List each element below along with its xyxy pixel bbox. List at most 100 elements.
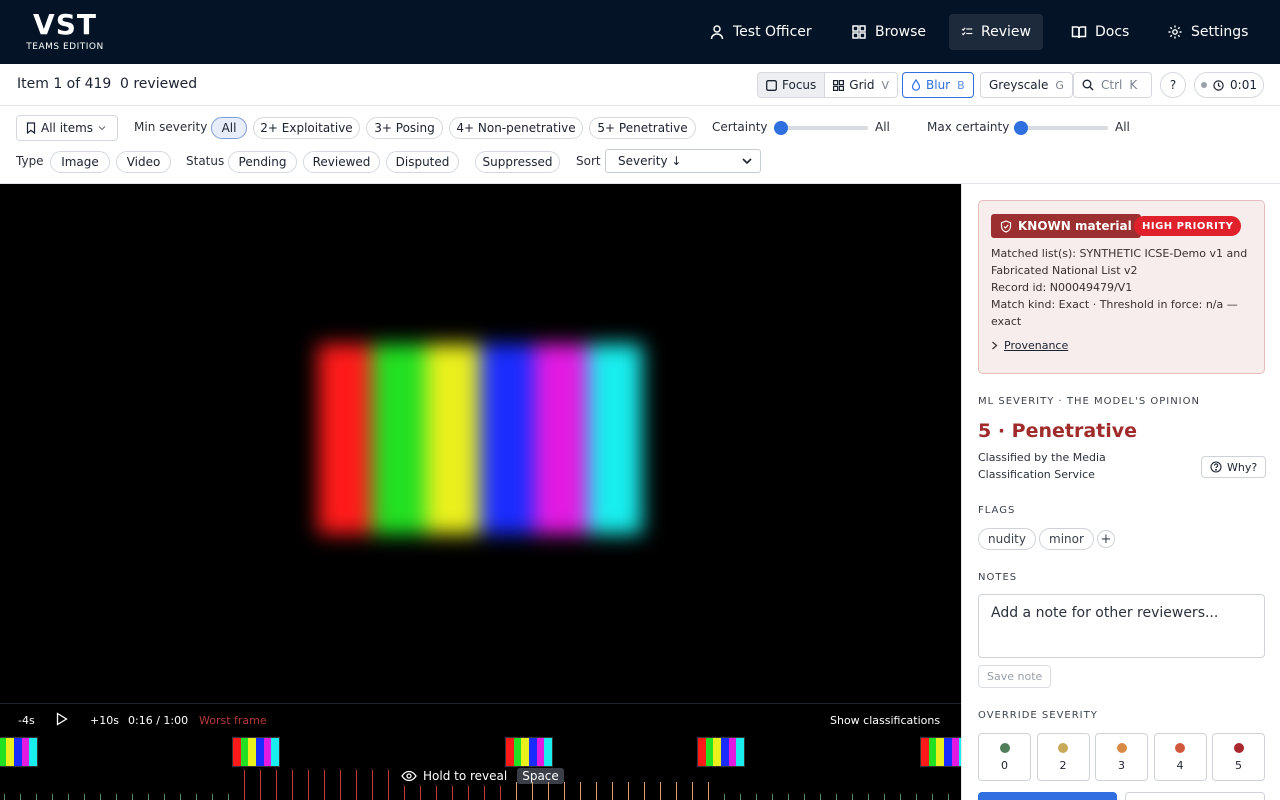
sort-select[interactable]: Severity ↓	[605, 149, 761, 173]
test-pattern-bar	[426, 344, 480, 534]
edition-label: TEAMS EDITION	[26, 42, 104, 52]
type-chip-video[interactable]: Video	[116, 151, 171, 173]
slider-thumb[interactable]	[774, 121, 788, 135]
max-certainty-slider[interactable]	[1014, 121, 1108, 135]
severity-chip-non-penetrative[interactable]: 4+ Non-penetrative	[449, 117, 583, 139]
item-counter: Item 1 of 419	[17, 76, 112, 92]
timeline-tick	[740, 794, 741, 800]
timeline-tick	[772, 794, 773, 800]
override-severity-0[interactable]: 0	[978, 733, 1031, 781]
timeline-tick	[676, 782, 677, 800]
flag-chip-nudity[interactable]: nudity	[978, 528, 1036, 550]
severity-chip-penetrative[interactable]: 5+ Penetrative	[589, 117, 696, 139]
secondary-action-button[interactable]	[1125, 792, 1265, 800]
severity-chip-all[interactable]: All	[211, 117, 247, 139]
suppressed-chip[interactable]: Suppressed	[475, 151, 560, 173]
seek-back-button[interactable]: -4s	[18, 714, 35, 727]
filmstrip-thumbnail[interactable]	[920, 737, 961, 767]
flag-chip-minor[interactable]: minor	[1039, 528, 1094, 550]
timeline-tick	[100, 794, 101, 800]
override-severity-2[interactable]: 2	[1036, 733, 1090, 781]
type-chip-image[interactable]: Image	[50, 151, 110, 173]
slider-track	[774, 126, 868, 130]
nav-review[interactable]: Review	[949, 14, 1043, 50]
worst-frame-button[interactable]: Worst frame	[199, 714, 267, 727]
timeline-tick	[116, 794, 117, 800]
severity-level-label: 3	[1118, 758, 1125, 772]
play-icon	[56, 712, 68, 726]
known-material-label: KNOWN material	[1018, 219, 1132, 233]
severity-chip-posing[interactable]: 3+ Posing	[366, 117, 443, 139]
play-button[interactable]	[56, 712, 68, 729]
timeline-tick	[404, 786, 405, 800]
hold-to-reveal-hint[interactable]: Hold to reveal Space	[401, 768, 564, 784]
notes-input[interactable]: Add a note for other reviewers...	[978, 594, 1265, 658]
blur-label: Blur	[926, 78, 951, 92]
search-button[interactable]: Ctrl K	[1073, 72, 1152, 98]
certainty-slider[interactable]	[774, 121, 868, 135]
show-classifications-button[interactable]: Show classifications	[830, 714, 940, 727]
timeline-tick	[596, 782, 597, 800]
filmstrip-thumbnail[interactable]	[232, 737, 280, 767]
override-severity-3[interactable]: 3	[1095, 733, 1148, 781]
filmstrip-thumbnail[interactable]	[697, 737, 745, 767]
scope-label: All items	[41, 121, 94, 135]
timeline-tick	[532, 782, 533, 800]
severity-dot-icon	[1233, 742, 1244, 753]
focus-label: Focus	[782, 78, 817, 92]
status-chip-reviewed[interactable]: Reviewed	[303, 151, 380, 173]
add-flag-button[interactable]: +	[1097, 530, 1115, 548]
primary-action-button[interactable]	[978, 792, 1117, 800]
test-pattern-bar	[588, 344, 642, 534]
nav-browse[interactable]: Browse	[839, 14, 938, 50]
checklist-icon	[961, 27, 973, 36]
blur-toggle-button[interactable]: Blur B	[902, 72, 974, 98]
timeline-tick	[132, 794, 133, 800]
severity-chip-exploitative[interactable]: 2+ Exploitative	[253, 117, 360, 139]
timeline-tick	[564, 782, 565, 800]
nav-test-officer[interactable]: Test Officer	[697, 14, 824, 50]
top-nav: VST TEAMS EDITION Test Officer Browse Re…	[0, 0, 1280, 64]
scope-dropdown[interactable]: All items	[16, 115, 118, 141]
help-label: ?	[1169, 78, 1177, 92]
sort-value: Severity ↓	[618, 154, 682, 168]
seek-forward-button[interactable]: +10s	[90, 714, 119, 727]
media-viewer[interactable]: -4s +10s 0:16 / 1:00 Worst frame Show cl…	[0, 184, 961, 800]
help-button[interactable]: ?	[1160, 72, 1186, 98]
test-pattern-bar	[534, 344, 588, 534]
match-kind: Match kind: Exact · Threshold in force: …	[991, 298, 1238, 328]
nav-settings[interactable]: Settings	[1155, 14, 1260, 50]
filmstrip-thumbnail[interactable]	[0, 737, 38, 767]
nav-docs[interactable]: Docs	[1059, 14, 1141, 50]
timeline-tick	[628, 782, 629, 800]
override-severity-4[interactable]: 4	[1153, 733, 1207, 781]
grid-view-button[interactable]: Grid V	[824, 73, 897, 97]
save-note-button[interactable]: Save note	[978, 665, 1052, 688]
logo[interactable]: VST TEAMS EDITION	[24, 9, 106, 53]
timeline-tick	[68, 794, 69, 800]
why-button[interactable]: Why?	[1201, 456, 1267, 478]
timeline-tick	[244, 770, 245, 800]
greyscale-toggle-button[interactable]: Greyscale G	[980, 72, 1073, 98]
override-severity-5[interactable]: 5	[1212, 733, 1265, 781]
search-icon	[1082, 79, 1094, 91]
slider-thumb[interactable]	[1014, 121, 1028, 135]
nav-label: Review	[981, 24, 1031, 40]
playback-time: 0:16 / 1:00	[128, 714, 189, 727]
status-chip-pending[interactable]: Pending	[228, 151, 297, 173]
status-chip-disputed[interactable]: Disputed	[386, 151, 459, 173]
nav-label: Docs	[1095, 24, 1130, 40]
severity-dot-icon	[999, 742, 1010, 753]
severity-dot-icon	[1116, 742, 1127, 753]
matched-lists: Matched list(s): SYNTHETIC ICSE-Demo v1 …	[991, 247, 1248, 277]
shield-icon	[1000, 219, 1012, 233]
chevron-down-icon	[98, 126, 106, 131]
timeline-filmstrip[interactable]: Hold to reveal Space	[0, 735, 961, 800]
timeline-tick	[500, 786, 501, 800]
filmstrip-thumbnail[interactable]	[505, 737, 553, 767]
greyscale-label: Greyscale	[989, 78, 1049, 92]
timeline-tick	[196, 794, 197, 800]
book-icon	[1071, 26, 1087, 39]
provenance-toggle[interactable]: Provenance	[991, 339, 1068, 352]
focus-view-button[interactable]: Focus	[758, 73, 825, 97]
